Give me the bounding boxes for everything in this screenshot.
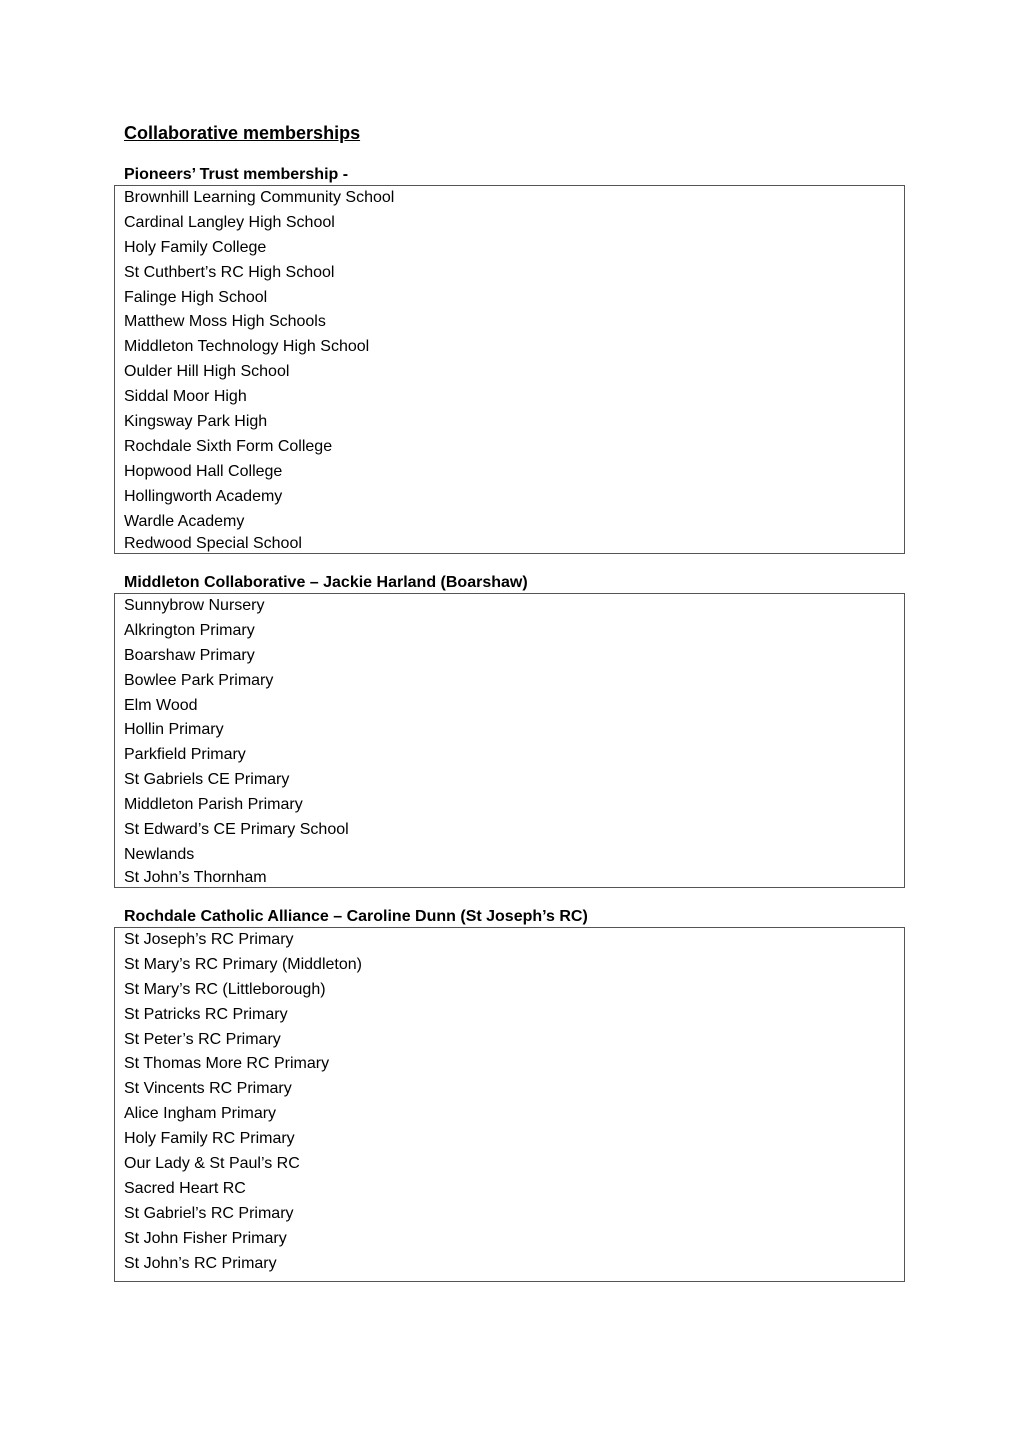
member-item: Holy Family College (124, 238, 267, 256)
member-item: Kingsway Park High (124, 413, 268, 431)
member-item: Hollin Primary (124, 721, 224, 739)
member-item: Parkfield Primary (124, 746, 246, 764)
member-item: Elm Wood (124, 696, 198, 714)
member-item: Rochdale Sixth Form College (124, 437, 333, 455)
member-item: Oulder Hill High School (124, 363, 290, 381)
member-item: Middleton Parish Primary (124, 796, 303, 814)
members-box-pioneers-trust: Brownhill Learning Community School Cardi… (114, 185, 905, 554)
member-item: Falinge High School (124, 288, 268, 306)
member-item: Middleton Technology High School (124, 338, 370, 356)
member-item: Newlands (124, 845, 195, 863)
member-item: Hollingworth Academy (124, 487, 283, 505)
member-item: Our Lady & St Paul’s RC (124, 1155, 300, 1173)
member-item: Siddal Moor High (124, 388, 247, 406)
member-item: Alkrington Primary (124, 621, 255, 639)
member-item: Sunnybrow Nursery (124, 597, 265, 614)
member-item: Alice Ingham Primary (124, 1105, 277, 1123)
section-heading-pioneers-trust: Pioneers’ Trust membership - (124, 166, 349, 183)
member-item: Holy Family RC Primary (124, 1130, 295, 1148)
members-box-middleton-collaborative: Sunnybrow Nursery Alkrington Primary Boars… (114, 593, 905, 888)
member-item: Brownhill Learning Community School (124, 189, 395, 206)
member-item: St Joseph’s RC Primary (124, 931, 294, 948)
member-item: St Patricks RC Primary (124, 1005, 288, 1023)
member-item: St Gabriel’s RC Primary (124, 1204, 294, 1222)
member-item: Boarshaw Primary (124, 646, 255, 664)
member-item: St John’s RC Primary (124, 1254, 277, 1272)
member-item: St Edward’s CE Primary School (124, 821, 349, 839)
member-item: Wardle Academy (124, 512, 245, 530)
member-item: St Cuthbert’s RC High School (124, 263, 335, 281)
section-heading-rochdale-catholic-alliance: Rochdale Catholic Alliance – Caroline Du… (124, 908, 588, 925)
member-item: Bowlee Park Primary (124, 671, 274, 689)
document-title: Collaborative memberships (124, 123, 361, 143)
member-item: St Thomas More RC Primary (124, 1055, 330, 1073)
member-list: St Joseph’s RC Primary St Mary’s RC Prima… (115, 928, 904, 1276)
member-item: St John’s Thornham (124, 868, 267, 886)
members-box-rochdale-catholic-alliance: St Joseph’s RC Primary St Mary’s RC Prima… (114, 927, 905, 1282)
member-item: St Mary’s RC Primary (Middleton) (124, 955, 362, 973)
section-heading-middleton-collaborative: Middleton Collaborative – Jackie Harland… (124, 574, 528, 591)
member-item: Redwood Special School (124, 535, 302, 553)
member-list: Sunnybrow Nursery Alkrington Primary Boars… (115, 594, 904, 888)
member-item: St Gabriels CE Primary (124, 771, 290, 789)
member-item: St Vincents RC Primary (124, 1080, 292, 1098)
member-item: Matthew Moss High Schools (124, 313, 326, 331)
member-item: St John Fisher Primary (124, 1229, 287, 1247)
member-item: St Peter’s RC Primary (124, 1030, 281, 1048)
member-item: St Mary’s RC (Littleborough) (124, 980, 326, 998)
member-item: Hopwood Hall College (124, 462, 283, 480)
member-item: Cardinal Langley High School (124, 213, 335, 231)
member-list: Brownhill Learning Community School Cardi… (115, 186, 904, 554)
member-item: Sacred Heart RC (124, 1179, 246, 1197)
